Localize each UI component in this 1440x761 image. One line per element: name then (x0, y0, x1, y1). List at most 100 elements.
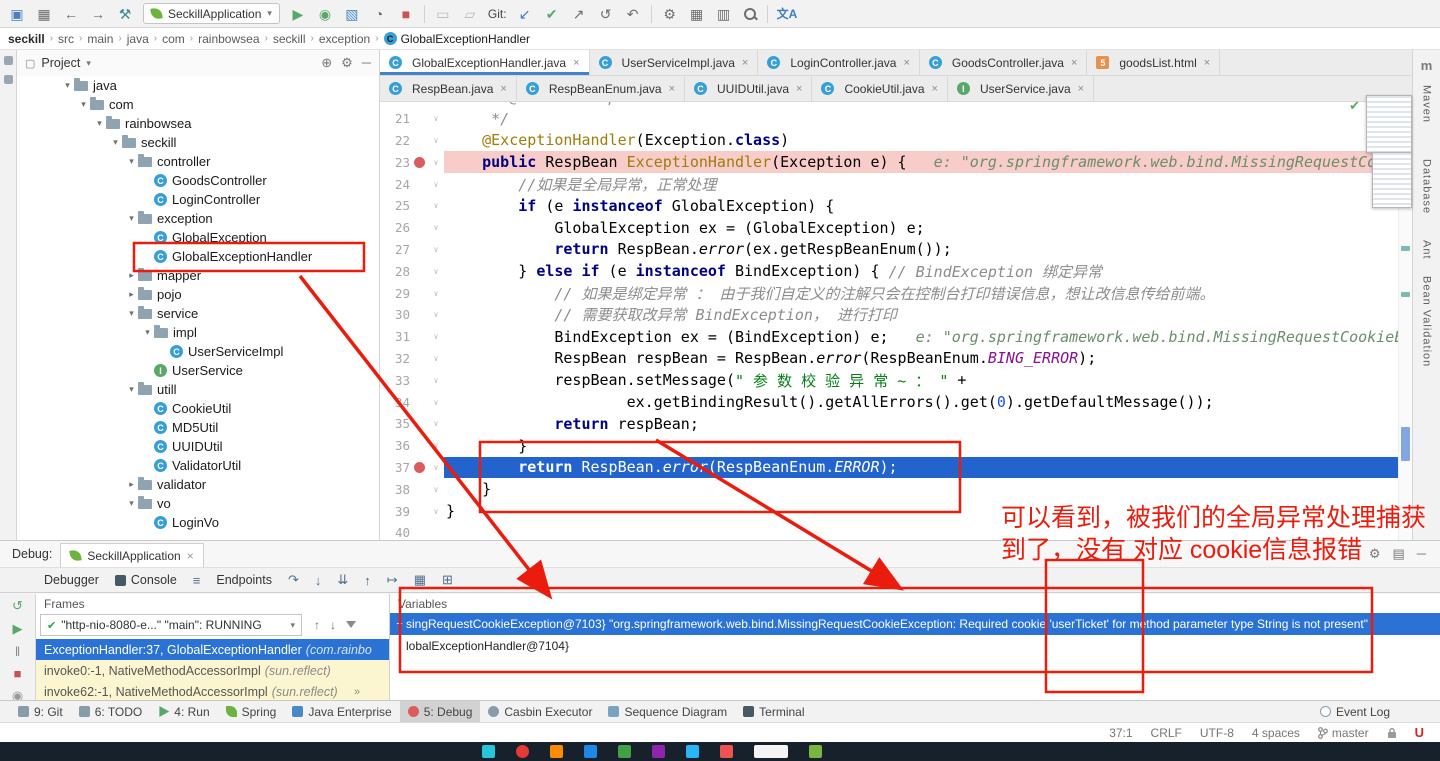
toolwindow-button-todo[interactable]: 6: TODO (71, 701, 151, 723)
chevron-down-icon[interactable]: ▾ (141, 327, 154, 338)
taskbar-app-icon[interactable] (686, 745, 699, 758)
git-commit-icon[interactable]: ✔ (543, 7, 561, 21)
scroll-more-icon[interactable]: » (354, 686, 360, 698)
filter-icon[interactable] (346, 621, 356, 628)
code-line-32[interactable]: 32 ∨ RespBean respBean = RespBean. error (R… (380, 348, 1398, 370)
toolwindow-button-sequence[interactable]: Sequence Diagram (600, 701, 735, 723)
tree-item-uuidutil[interactable]: C UUIDUtil (17, 437, 379, 456)
tree-item-loginvo[interactable]: C LoginVo (17, 513, 379, 532)
git-update-icon[interactable]: ↙ (516, 7, 534, 21)
tree-item-logincontroller[interactable]: C LoginController (17, 190, 379, 209)
tree-item-impl[interactable]: ▾ impl (17, 323, 379, 342)
debugger-tab-endpoints[interactable]: Endpoints (216, 573, 272, 587)
thread-selector[interactable]: ✔ "http-nio-8080-e..." "main": RUNNING ▾ (40, 614, 302, 636)
hide-panel-icon[interactable]: ─ (362, 55, 371, 71)
git-branch[interactable]: master (1318, 726, 1369, 740)
chevron-down-icon[interactable]: ▾ (125, 156, 138, 167)
editor-tab-respbean-java[interactable]: C RespBean.java × (380, 76, 517, 101)
tree-item-controller[interactable]: ▾ controller (17, 152, 379, 171)
breadcrumb-item[interactable]: com (162, 32, 185, 46)
indent-setting[interactable]: 4 spaces (1252, 726, 1300, 740)
debugger-tab-console[interactable]: Console (114, 573, 177, 587)
tree-item-vo[interactable]: ▾ vo (17, 494, 379, 513)
tree-item-java[interactable]: ▾ java (17, 76, 379, 95)
tree-item-globalexceptionhandler[interactable]: C GlobalExceptionHandler (17, 247, 379, 266)
tree-item-seckill[interactable]: ▾ seckill (17, 133, 379, 152)
toolwindow-button-git[interactable]: 9: Git (10, 701, 71, 723)
editor-tab-goodscontroller-java[interactable]: C GoodsController.java × (920, 50, 1088, 75)
taskbar-search-box[interactable] (754, 745, 788, 758)
editor-tab-cookieutil-java[interactable]: C CookieUtil.java × (812, 76, 948, 101)
chevron-down-icon[interactable]: ▾ (61, 80, 74, 91)
close-icon[interactable]: × (932, 83, 938, 95)
variable-row[interactable]: lobalExceptionHandler@7104} (390, 635, 1440, 657)
force-step-into-icon[interactable]: ⇊ (337, 572, 348, 588)
dump-icon[interactable]: ▱ (461, 7, 479, 21)
close-icon[interactable]: × (1204, 57, 1210, 69)
editor-tab-userservice-java[interactable]: I UserService.java × (948, 76, 1095, 101)
run-to-cursor-icon[interactable]: ↦ (387, 572, 398, 588)
close-icon[interactable]: × (669, 83, 675, 95)
caret-position[interactable]: 37:1 (1109, 726, 1132, 740)
close-icon[interactable]: × (1071, 57, 1077, 69)
stop-icon[interactable]: ■ (397, 7, 415, 21)
tree-item-service[interactable]: ▾ service (17, 304, 379, 323)
tree-item-validator[interactable]: ▸ validator (17, 475, 379, 494)
close-icon[interactable]: × (187, 549, 194, 563)
code-line-33[interactable]: 33 ∨ respBean.setMessage(" 参 数 校 验 异 常 ~ … (380, 369, 1398, 391)
toolwindow-button-database[interactable]: Database (1421, 159, 1433, 214)
coverage-icon[interactable]: ▧ (343, 7, 361, 21)
code-line-26[interactable]: 26 ∨ GlobalException ex = (GlobalExceptio… (380, 217, 1398, 239)
toolwindow-button-terminal[interactable]: Terminal (735, 701, 812, 723)
layout-icon[interactable]: ▥ (715, 7, 733, 21)
close-icon[interactable]: × (573, 57, 579, 69)
step-over-icon[interactable]: ↷ (288, 572, 299, 588)
git-push-icon[interactable]: ↗ (570, 7, 588, 21)
chevron-down-icon[interactable]: ▾ (125, 498, 138, 509)
stack-frame-row[interactable]: invoke0:-1, NativeMethodAccessorImpl (su… (36, 660, 389, 681)
editor-tab-respbeanenum-java[interactable]: C RespBeanEnum.java × (517, 76, 685, 101)
toolwindow-button-debug[interactable]: 5: Debug (399, 700, 481, 723)
back-icon[interactable]: ← (62, 7, 80, 21)
close-icon[interactable]: × (796, 83, 802, 95)
profiler-icon[interactable]: ◔ (370, 7, 388, 21)
rollback-icon[interactable]: ↶ (624, 7, 642, 21)
code-line-22[interactable]: 22 ∨ @ExceptionHandler(Exception. class) (380, 130, 1398, 152)
tree-item-pojo[interactable]: ▸ pojo (17, 285, 379, 304)
code-line-40[interactable]: 40 (380, 522, 1398, 540)
code-line-35[interactable]: 35 ∨ return respBean; (380, 413, 1398, 435)
toolwindow-button-ant[interactable]: Ant (1421, 240, 1433, 260)
tree-item-exception[interactable]: ▾ exception (17, 209, 379, 228)
project-toolwindow-icon[interactable] (3, 56, 13, 65)
save-all-icon[interactable]: ▦ (35, 7, 53, 21)
toolwindow-button-javaee[interactable]: Java Enterprise (284, 701, 399, 723)
tree-item-rainbowsea[interactable]: ▾ rainbowsea (17, 114, 379, 133)
run-icon[interactable]: ▶ (289, 7, 307, 21)
chevron-down-icon[interactable]: ▾ (77, 99, 90, 110)
tree-item-com[interactable]: ▾ com (17, 95, 379, 114)
mute-breakpoints-icon[interactable]: ⊞ (442, 572, 453, 588)
chevron-down-icon[interactable]: ▾ (125, 308, 138, 319)
code-line-27[interactable]: 27 ∨ return RespBean. error (ex.getRespBean… (380, 239, 1398, 261)
tree-item-userserviceimpl[interactable]: C UserServiceImpl (17, 342, 379, 361)
editor-tab-globalexceptionhandler-java[interactable]: C GlobalExceptionHandler.java × (380, 50, 590, 75)
step-out-icon[interactable]: ↑ (364, 573, 371, 588)
toolwindow-button-maven[interactable]: Maven (1421, 85, 1433, 123)
toolwindow-button-casbin[interactable]: Casbin Executor (480, 701, 600, 723)
editor-tab-uuidutil-java[interactable]: C UUIDUtil.java × (685, 76, 813, 101)
chevron-right-icon[interactable]: ▸ (125, 289, 138, 300)
forward-icon[interactable]: → (89, 7, 107, 21)
close-icon[interactable]: × (903, 57, 909, 69)
code-line-23[interactable]: 23 ∨ public RespBean ExceptionHandler (Exc… (380, 151, 1398, 174)
debug-icon[interactable]: ◉ (316, 7, 334, 21)
gear-icon[interactable]: ⚙ (341, 55, 353, 71)
close-icon[interactable]: × (500, 83, 506, 95)
event-log-button[interactable]: Event Log (1319, 705, 1430, 719)
chevron-right-icon[interactable]: ▸ (125, 270, 138, 281)
project-structure-icon[interactable]: ▦ (688, 7, 706, 21)
toolwindow-button-bean-validation[interactable]: Bean Validation (1421, 276, 1433, 367)
update-indicator[interactable]: U (1415, 725, 1424, 740)
code-line-30[interactable]: 30 ∨ // 需要获取改异常 BindException， 进行打印 (380, 304, 1398, 326)
tree-item-goodscontroller[interactable]: C GoodsController (17, 171, 379, 190)
tree-item-globalexception[interactable]: C GlobalException (17, 228, 379, 247)
